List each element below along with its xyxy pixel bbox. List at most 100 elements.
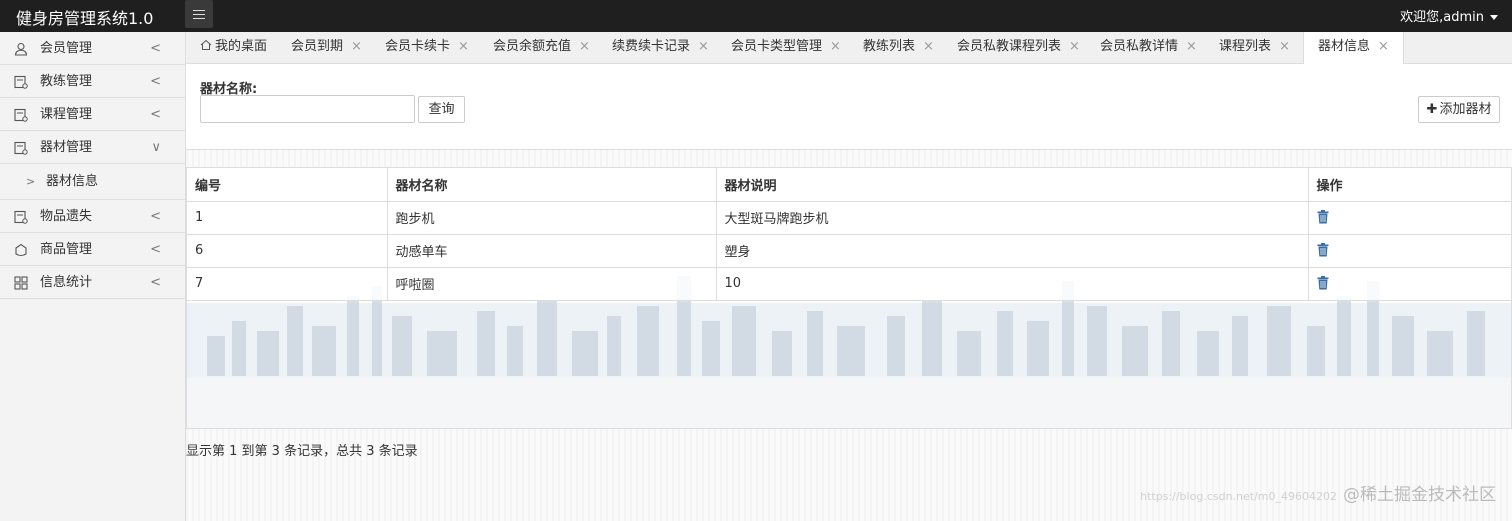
- cell-id: 1: [187, 201, 388, 235]
- table-row: 7 呼啦圈 10: [187, 267, 1511, 301]
- tab-label: 会员卡类型管理: [731, 39, 823, 54]
- tab-card-renewal[interactable]: 会员卡续卡 ×: [385, 32, 469, 64]
- equipment-name-input[interactable]: [200, 95, 415, 123]
- sidebar-item-equipment[interactable]: 器材管理 ∨: [0, 131, 185, 164]
- welcome-text: 欢迎您,admin: [1400, 10, 1484, 25]
- table-row: 6 动感单车 塑身: [187, 234, 1511, 268]
- tab-private-course-list[interactable]: 会员私教课程列表 ×: [957, 32, 1080, 64]
- watermark-url: https://blog.csdn.net/m0_49604202: [1140, 490, 1337, 503]
- tab-private-detail[interactable]: 会员私教详情 ×: [1100, 32, 1197, 64]
- sidebar-item-label: 会员管理: [40, 41, 93, 56]
- close-icon[interactable]: ×: [1186, 39, 1197, 54]
- tab-label: 我的桌面: [215, 39, 268, 54]
- cell-description: 10: [716, 267, 1309, 301]
- user-icon: [14, 42, 28, 56]
- tab-label: 会员余额充值: [493, 39, 572, 54]
- cell-actions: [1308, 234, 1511, 268]
- tab-equipment-info[interactable]: 器材信息 ×: [1303, 32, 1404, 64]
- close-icon[interactable]: ×: [579, 39, 590, 54]
- close-icon[interactable]: ×: [1069, 39, 1080, 54]
- tab-label: 会员私教课程列表: [957, 39, 1062, 54]
- main-content: 器材名称: 查询 ✚ 添加器材 编号 器材名称 器材说明 操作 1 跑步机 大型…: [186, 64, 1512, 521]
- sidebar-item-lost-items[interactable]: 物品遗失 <: [0, 200, 185, 233]
- cell-actions: [1308, 201, 1511, 235]
- watermark-text: @稀土掘金技术社区: [1343, 485, 1496, 505]
- chevron-left-icon: <: [150, 41, 161, 56]
- chevron-right-icon: >: [26, 175, 36, 188]
- close-icon[interactable]: ×: [698, 39, 709, 54]
- add-equipment-label: 添加器材: [1439, 102, 1492, 117]
- tab-label: 器材信息: [1318, 39, 1371, 54]
- sidebar-item-statistics[interactable]: 信息统计 <: [0, 266, 185, 299]
- column-header-description[interactable]: 器材说明: [716, 168, 1309, 202]
- table-panel: 编号 器材名称 器材说明 操作 1 跑步机 大型斑马牌跑步机 6 动感单车 塑身…: [186, 167, 1512, 429]
- tab-renewal-records[interactable]: 续费续卡记录 ×: [612, 32, 709, 64]
- plus-icon: ✚: [1426, 102, 1438, 117]
- column-header-id[interactable]: 编号: [187, 168, 388, 202]
- close-icon[interactable]: ×: [1378, 39, 1389, 54]
- card-icon: [14, 141, 28, 155]
- tab-card-type-management[interactable]: 会员卡类型管理 ×: [731, 32, 841, 64]
- sidebar-item-label: 器材管理: [40, 140, 93, 155]
- cell-description: 塑身: [716, 234, 1309, 268]
- sidebar-item-label: 教练管理: [40, 74, 93, 89]
- sidebar-item-label: 物品遗失: [40, 209, 93, 224]
- close-icon[interactable]: ×: [1279, 39, 1290, 54]
- chevron-left-icon: <: [150, 275, 161, 290]
- card-icon: [14, 75, 28, 89]
- tab-course-list[interactable]: 课程列表 ×: [1219, 32, 1290, 64]
- table-row: 1 跑步机 大型斑马牌跑步机: [187, 201, 1511, 235]
- watermark: https://blog.csdn.net/m0_49604202 @稀土掘金技术…: [1140, 480, 1496, 505]
- tab-label: 会员卡续卡: [385, 39, 451, 54]
- trash-icon[interactable]: [1317, 276, 1329, 290]
- app-title: 健身房管理系统1.0: [16, 9, 154, 28]
- tab-label: 会员私教详情: [1100, 39, 1179, 54]
- tab-label: 续费续卡记录: [612, 39, 691, 54]
- sidebar-item-coach[interactable]: 教练管理 <: [0, 65, 185, 98]
- tab-label: 教练列表: [863, 39, 916, 54]
- cell-name: 跑步机: [387, 201, 717, 235]
- user-menu[interactable]: 欢迎您,admin: [1400, 6, 1498, 25]
- card-icon: [14, 210, 28, 224]
- cell-id: 6: [187, 234, 388, 268]
- chevron-left-icon: <: [150, 74, 161, 89]
- top-navbar: 健身房管理系统1.0 欢迎您,admin: [0, 0, 1512, 32]
- close-icon[interactable]: ×: [351, 39, 362, 54]
- column-header-name[interactable]: 器材名称: [387, 168, 717, 202]
- column-header-actions: 操作: [1308, 168, 1511, 202]
- sidebar-item-course[interactable]: 课程管理 <: [0, 98, 185, 131]
- menu-toggle-button[interactable]: [185, 0, 213, 28]
- sidebar-item-label: 课程管理: [40, 107, 93, 122]
- query-button[interactable]: 查询: [418, 96, 465, 123]
- search-panel: 器材名称: 查询 ✚ 添加器材: [186, 64, 1512, 150]
- tab-my-desktop[interactable]: 我的桌面: [200, 32, 267, 64]
- tab-label: 课程列表: [1219, 39, 1272, 54]
- sidebar-item-goods[interactable]: 商品管理 <: [0, 233, 185, 266]
- close-icon[interactable]: ×: [830, 39, 841, 54]
- pagination-info: 显示第 1 到第 3 条记录，总共 3 条记录: [186, 444, 418, 459]
- tab-coach-list[interactable]: 教练列表 ×: [863, 32, 934, 64]
- tab-balance-recharge[interactable]: 会员余额充值 ×: [493, 32, 590, 64]
- cell-description: 大型斑马牌跑步机: [716, 201, 1309, 235]
- sidebar-subitem-equipment-info[interactable]: > 器材信息: [0, 164, 185, 200]
- card-icon: [14, 108, 28, 122]
- tab-member-expiry[interactable]: 会员到期 ×: [291, 32, 362, 64]
- sidebar-item-label: 商品管理: [40, 242, 93, 257]
- cell-name: 动感单车: [387, 234, 717, 268]
- add-equipment-button[interactable]: ✚ 添加器材: [1418, 96, 1500, 123]
- cell-actions: [1308, 267, 1511, 301]
- cell-name: 呼啦圈: [387, 267, 717, 301]
- trash-icon[interactable]: [1317, 243, 1329, 257]
- sidebar-item-member[interactable]: 会员管理 <: [0, 32, 185, 65]
- chevron-left-icon: <: [150, 107, 161, 122]
- close-icon[interactable]: ×: [458, 39, 469, 54]
- sidebar-subitem-label: 器材信息: [46, 174, 99, 189]
- chevron-down-icon: ∨: [151, 140, 161, 155]
- cell-id: 7: [187, 267, 388, 301]
- close-icon[interactable]: ×: [923, 39, 934, 54]
- table-header-row: 编号 器材名称 器材说明 操作: [187, 168, 1511, 202]
- trash-icon[interactable]: [1317, 210, 1329, 224]
- hamburger-icon: [193, 9, 205, 19]
- sidebar-item-label: 信息统计: [40, 275, 93, 290]
- tab-bar: 我的桌面 会员到期 × 会员卡续卡 × 会员余额充值 × 续费续卡记录 × 会员卡类型管…: [186, 32, 1512, 64]
